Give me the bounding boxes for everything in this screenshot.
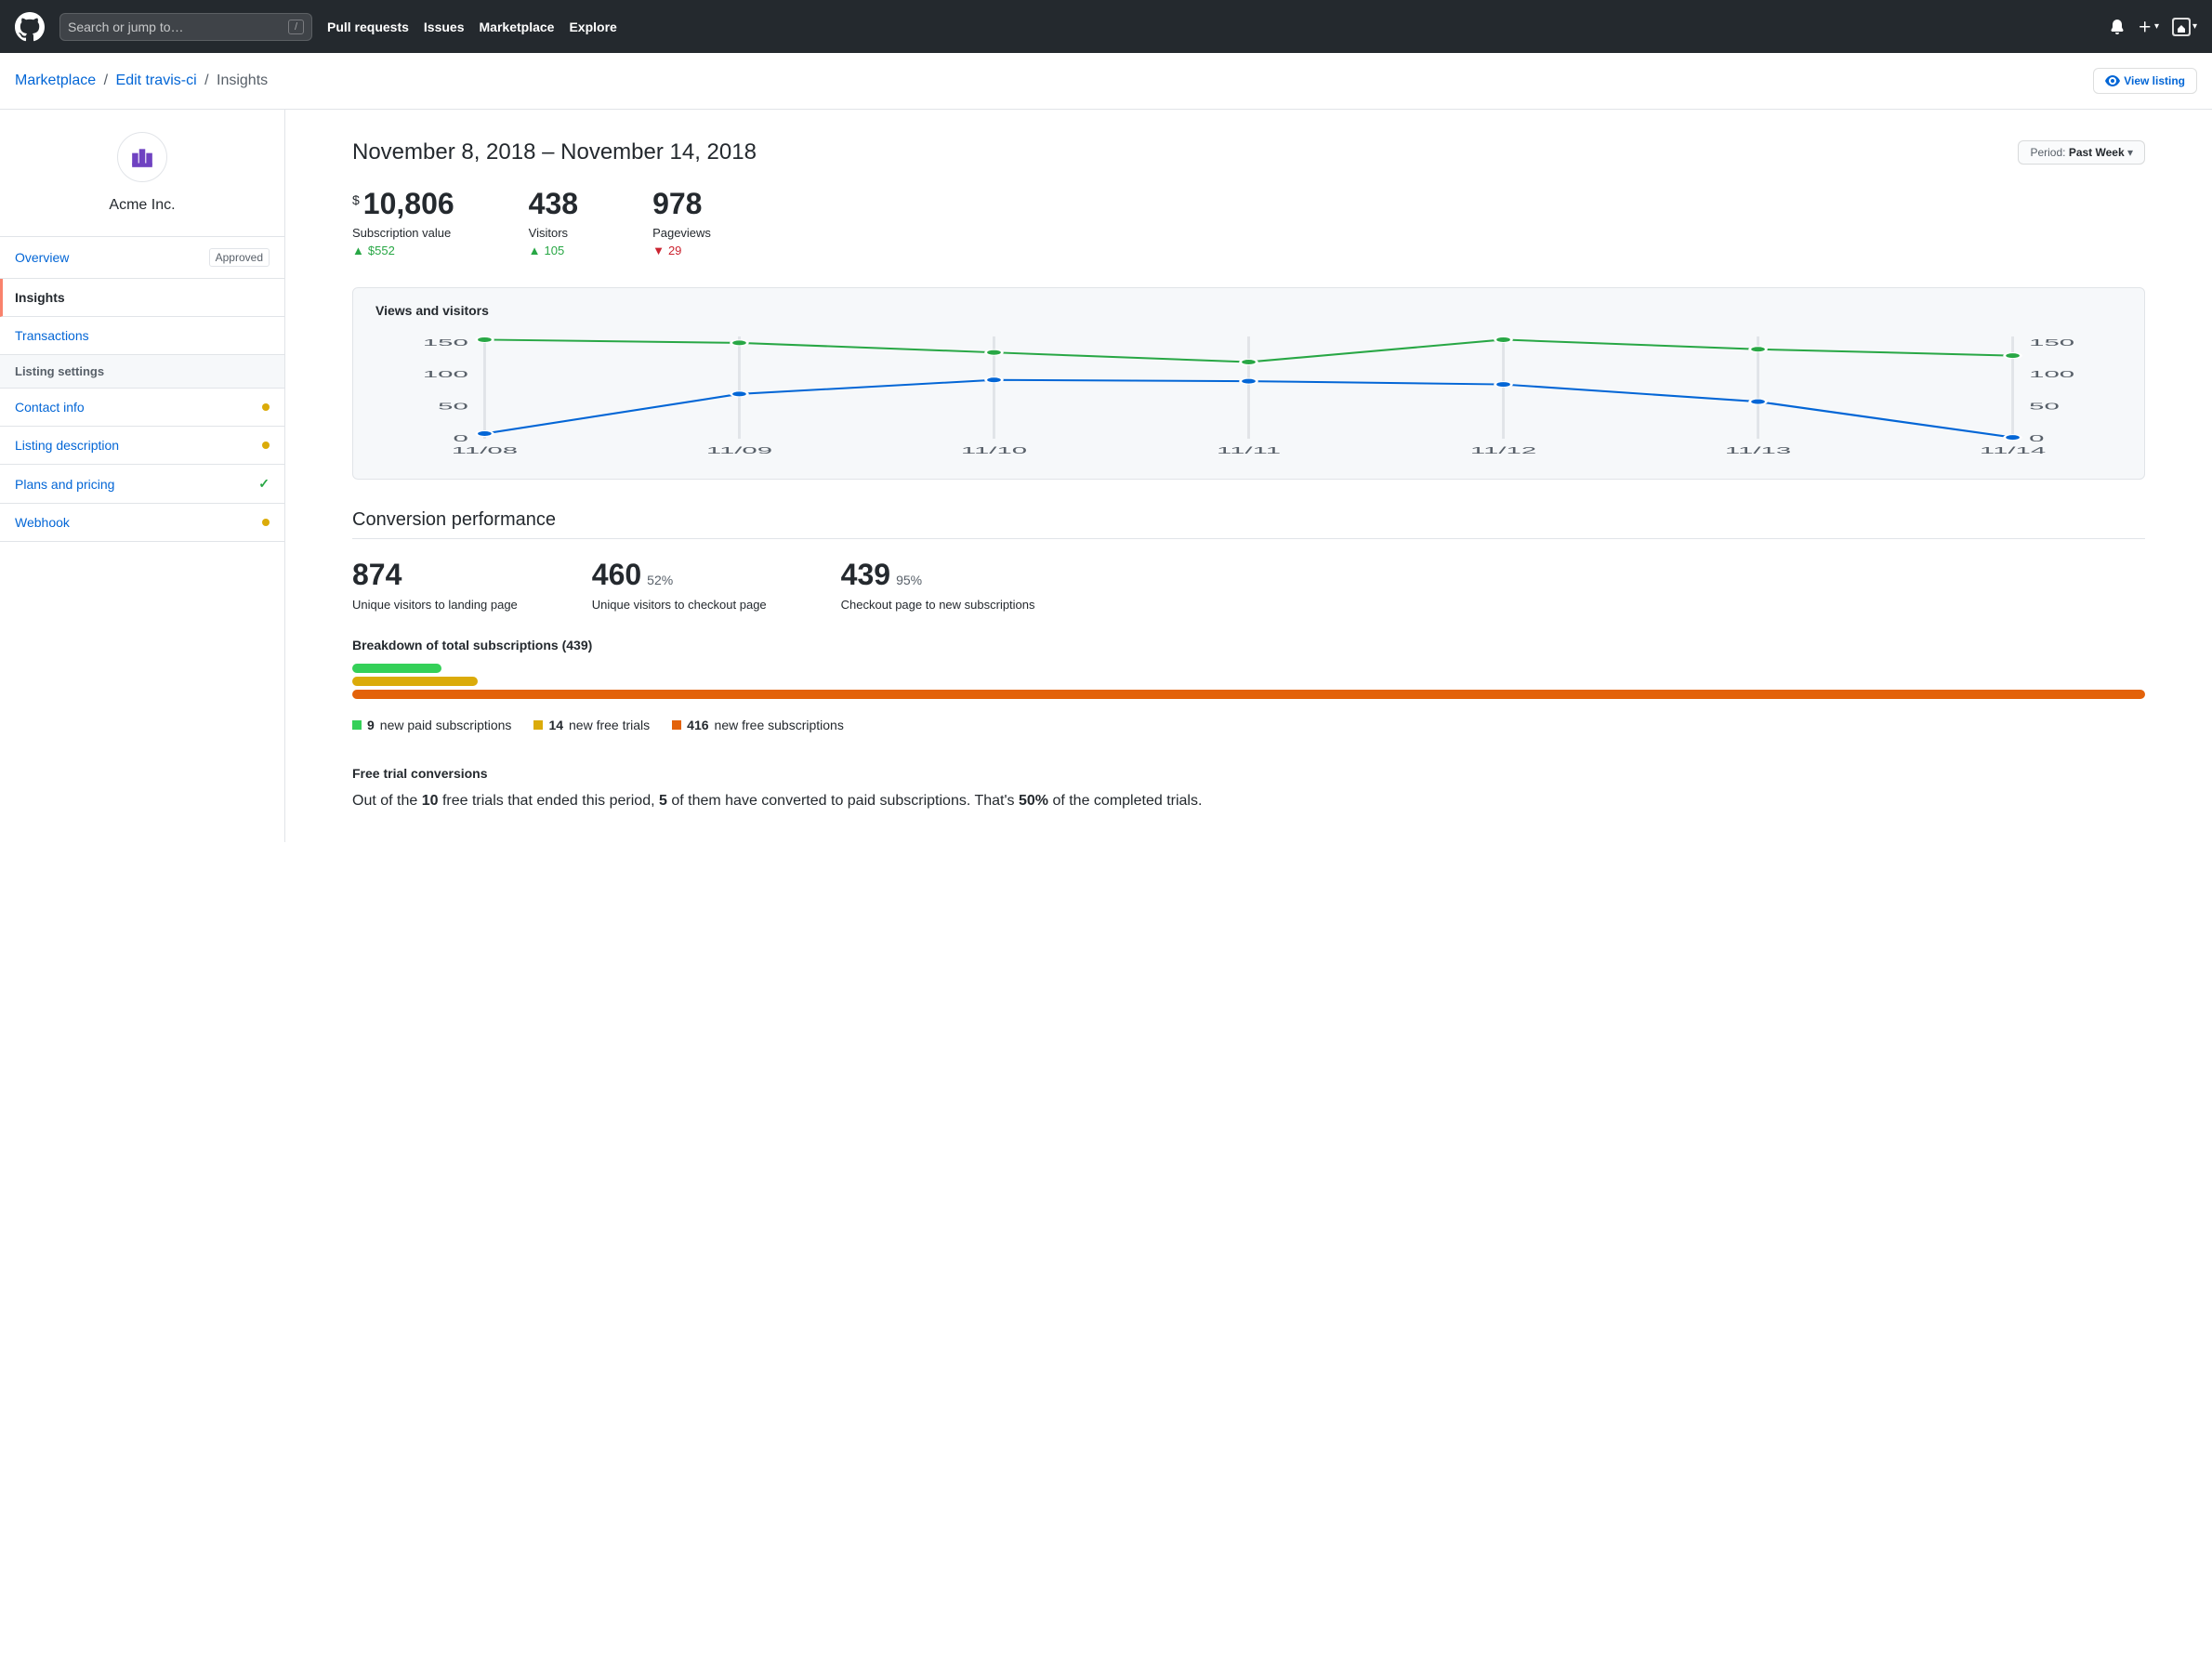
chart-title: Views and visitors bbox=[375, 303, 2122, 318]
bar-free bbox=[352, 690, 2145, 699]
views-chart-box: Views and visitors 11/0811/0911/1011/111… bbox=[352, 287, 2145, 480]
bell-icon[interactable] bbox=[2110, 20, 2125, 34]
sidebar-item-insights[interactable]: Insights bbox=[0, 279, 284, 317]
sidebar-settings-header: Listing settings bbox=[0, 355, 284, 389]
nav-links: Pull requests Issues Marketplace Explore bbox=[327, 20, 617, 34]
delta-up: ▲$552 bbox=[352, 244, 454, 257]
svg-text:11/09: 11/09 bbox=[706, 445, 772, 455]
caret-down-icon: ▾ bbox=[2154, 21, 2159, 32]
breadcrumb: Marketplace / Edit travis-ci / Insights bbox=[15, 73, 268, 89]
svg-text:11/08: 11/08 bbox=[452, 445, 518, 455]
square-icon bbox=[672, 720, 681, 730]
status-dot-icon bbox=[262, 442, 270, 449]
top-right-icons: ▾ ▾ bbox=[2110, 18, 2197, 36]
conversion-title: Conversion performance bbox=[352, 509, 2145, 539]
svg-text:11/12: 11/12 bbox=[1470, 445, 1536, 455]
arrow-down-icon: ▼ bbox=[652, 244, 665, 257]
bar-trials bbox=[352, 677, 478, 686]
sidebar-item-webhook[interactable]: Webhook bbox=[0, 504, 284, 542]
user-menu[interactable]: ▾ bbox=[2172, 18, 2197, 36]
arrow-up-icon: ▲ bbox=[352, 244, 364, 257]
top-nav: / Pull requests Issues Marketplace Explo… bbox=[0, 0, 2212, 53]
free-trial-text: Out of the 10 free trials that ended thi… bbox=[352, 790, 2145, 812]
top-metrics: $10,806 Subscription value ▲$552 438 Vis… bbox=[352, 188, 2145, 257]
legend-trials: 14 new free trials bbox=[533, 718, 650, 732]
svg-text:100: 100 bbox=[423, 369, 468, 379]
svg-text:100: 100 bbox=[2029, 369, 2074, 379]
view-listing-button[interactable]: View listing bbox=[2093, 68, 2197, 94]
breakdown-bars bbox=[352, 664, 2145, 699]
conv-checkout: 46052% Unique visitors to checkout page bbox=[592, 558, 767, 612]
breadcrumb-current: Insights bbox=[217, 73, 268, 88]
search-input-container[interactable]: / bbox=[59, 13, 312, 41]
svg-text:0: 0 bbox=[2029, 433, 2044, 443]
square-icon bbox=[352, 720, 362, 730]
bar-paid bbox=[352, 664, 441, 673]
org-logo bbox=[117, 132, 167, 182]
content: November 8, 2018 – November 14, 2018 Per… bbox=[285, 110, 2212, 842]
breadcrumb-marketplace[interactable]: Marketplace bbox=[15, 73, 96, 88]
svg-text:50: 50 bbox=[2029, 402, 2060, 412]
status-dot-icon bbox=[262, 519, 270, 526]
nav-pull-requests[interactable]: Pull requests bbox=[327, 20, 409, 34]
svg-text:11/14: 11/14 bbox=[1980, 445, 2046, 455]
arrow-up-icon: ▲ bbox=[529, 244, 541, 257]
plus-dropdown[interactable]: ▾ bbox=[2138, 20, 2159, 34]
breadcrumb-edit[interactable]: Edit travis-ci bbox=[116, 73, 197, 88]
breakdown-legend: 9 new paid subscriptions 14 new free tri… bbox=[352, 718, 2145, 732]
conversion-metrics: 874 Unique visitors to landing page 4605… bbox=[352, 558, 2145, 612]
sidebar-item-description[interactable]: Listing description bbox=[0, 427, 284, 465]
org-logo-icon bbox=[130, 145, 154, 169]
svg-text:11/11: 11/11 bbox=[1217, 445, 1281, 455]
caret-down-icon: ▾ bbox=[2192, 21, 2197, 32]
legend-paid: 9 new paid subscriptions bbox=[352, 718, 511, 732]
metric-subscription-value: $10,806 Subscription value ▲$552 bbox=[352, 188, 454, 257]
eye-icon bbox=[2105, 73, 2120, 88]
org-name: Acme Inc. bbox=[0, 197, 284, 214]
svg-text:50: 50 bbox=[438, 402, 468, 412]
slash-hint: / bbox=[288, 20, 304, 34]
square-icon bbox=[533, 720, 543, 730]
period-dropdown[interactable]: Period: Past Week ▾ bbox=[2018, 140, 2145, 165]
delta-down: ▼29 bbox=[652, 244, 711, 257]
nav-issues[interactable]: Issues bbox=[424, 20, 465, 34]
sidebar-item-transactions[interactable]: Transactions bbox=[0, 317, 284, 355]
svg-text:0: 0 bbox=[453, 433, 467, 443]
status-dot-icon bbox=[262, 403, 270, 411]
views-visitors-chart: 11/08 11/09 11/10 11/11 11/12 11/13 11/14 0 50 10… bbox=[375, 327, 2122, 457]
caret-down-icon: ▾ bbox=[2127, 146, 2133, 159]
sidebar: Acme Inc. Overview Approved Insights Tra… bbox=[0, 110, 285, 842]
svg-text:150: 150 bbox=[2029, 337, 2074, 348]
svg-text:11/10: 11/10 bbox=[961, 445, 1027, 455]
delta-up: ▲105 bbox=[529, 244, 578, 257]
conv-subscriptions: 43995% Checkout page to new subscription… bbox=[841, 558, 1035, 612]
sidebar-item-overview[interactable]: Overview Approved bbox=[0, 237, 284, 279]
date-range: November 8, 2018 – November 14, 2018 bbox=[352, 139, 757, 165]
metric-pageviews: 978 Pageviews ▼29 bbox=[652, 188, 711, 257]
conv-landing: 874 Unique visitors to landing page bbox=[352, 558, 518, 612]
legend-free: 416 new free subscriptions bbox=[672, 718, 844, 732]
org-block: Acme Inc. bbox=[0, 110, 284, 236]
github-logo-icon[interactable] bbox=[15, 12, 45, 42]
search-input[interactable] bbox=[68, 20, 288, 34]
approved-badge: Approved bbox=[209, 248, 270, 267]
sidebar-item-plans[interactable]: Plans and pricing ✓ bbox=[0, 465, 284, 504]
metric-visitors: 438 Visitors ▲105 bbox=[529, 188, 578, 257]
breakdown-title: Breakdown of total subscriptions (439) bbox=[352, 638, 2145, 653]
avatar-icon bbox=[2172, 18, 2191, 36]
sub-header: Marketplace / Edit travis-ci / Insights … bbox=[0, 53, 2212, 110]
svg-text:11/13: 11/13 bbox=[1725, 445, 1791, 455]
nav-marketplace[interactable]: Marketplace bbox=[480, 20, 555, 34]
free-trial-title: Free trial conversions bbox=[352, 766, 2145, 781]
nav-explore[interactable]: Explore bbox=[569, 20, 616, 34]
sidebar-item-contact[interactable]: Contact info bbox=[0, 389, 284, 427]
check-icon: ✓ bbox=[258, 476, 270, 492]
svg-text:150: 150 bbox=[423, 337, 468, 348]
